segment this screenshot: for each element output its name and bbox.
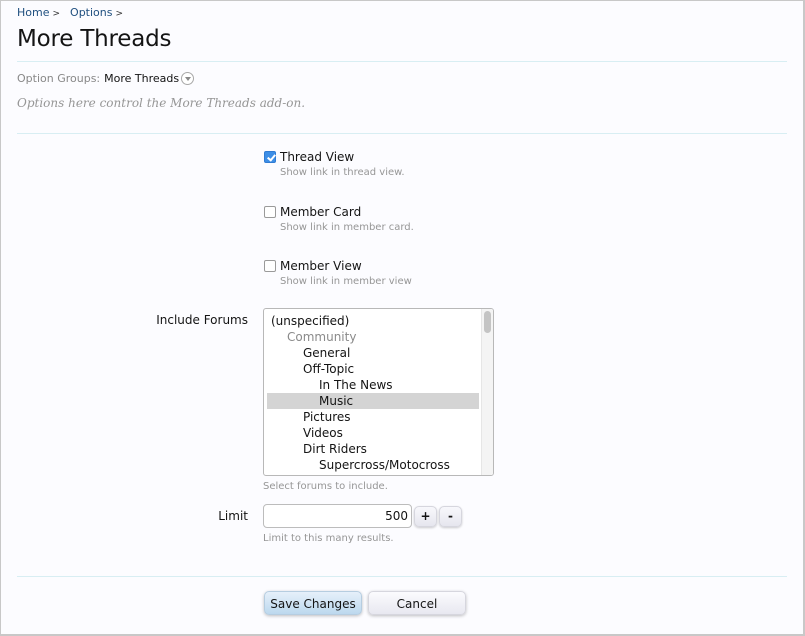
include-forums-label: Include Forums (156, 313, 248, 327)
forum-option: Community (267, 329, 479, 345)
forum-option[interactable]: Off-Topic (267, 361, 479, 377)
include-forums-listbox[interactable]: (unspecified) Community General Off-Topi… (263, 308, 494, 476)
option-member-card: Member Card Show link in member card. (264, 205, 414, 233)
option-member-view: Member View Show link in member view (264, 259, 412, 287)
limit-hint: Limit to this many results. (263, 533, 394, 544)
breadcrumb-separator: > (52, 9, 61, 19)
options-description: Options here control the More Threads ad… (17, 96, 306, 110)
forum-option-label: Off-Topic (303, 362, 355, 376)
forum-option-label: General (303, 346, 351, 360)
forum-option[interactable]: Supercross/Motocross (267, 457, 479, 473)
listbox-scrollbar[interactable] (481, 309, 493, 475)
forum-option-label: Supercross/Motocross (319, 458, 450, 472)
include-forums-hint: Select forums to include. (263, 481, 388, 492)
title-divider (17, 61, 787, 62)
forum-option-label: Community (287, 330, 357, 344)
thread-view-hint: Show link in thread view. (280, 167, 405, 178)
forum-option[interactable]: In The News (267, 377, 479, 393)
member-card-checkbox[interactable] (264, 206, 276, 218)
breadcrumb-home[interactable]: Home > (17, 6, 60, 19)
breadcrumb-separator: > (115, 9, 124, 19)
limit-decrement-button[interactable]: - (439, 506, 462, 527)
breadcrumb-home-link[interactable]: Home (17, 6, 49, 19)
limit-increment-button[interactable]: + (414, 506, 437, 527)
forum-option-label: In The News (319, 378, 393, 392)
chevron-down-icon[interactable] (181, 72, 195, 85)
forum-option[interactable]: Pictures (267, 409, 479, 425)
forum-option[interactable]: Music (267, 393, 479, 409)
save-changes-button[interactable]: Save Changes (264, 591, 362, 615)
member-card-hint: Show link in member card. (280, 222, 414, 233)
member-view-label[interactable]: Member View (280, 259, 362, 273)
limit-input[interactable]: 500 (263, 504, 412, 528)
breadcrumb: Home > Options > (17, 6, 133, 19)
member-view-hint: Show link in member view (280, 276, 412, 287)
member-card-label[interactable]: Member Card (280, 205, 361, 219)
forum-option[interactable]: Dirt Riders (267, 441, 479, 457)
option-thread-view: Thread View Show link in thread view. (264, 150, 405, 178)
scrollbar-thumb[interactable] (484, 311, 491, 333)
forum-option[interactable]: General (267, 345, 479, 361)
thread-view-checkbox[interactable] (264, 151, 276, 163)
breadcrumb-options[interactable]: Options > (70, 6, 123, 19)
member-view-checkbox[interactable] (264, 260, 276, 272)
option-groups: Option Groups: More Threads (17, 72, 195, 85)
page-title: More Threads (17, 26, 172, 52)
forum-option-label: Videos (303, 426, 343, 440)
forum-option-label: Pictures (303, 410, 351, 424)
cancel-button[interactable]: Cancel (368, 591, 466, 615)
forum-option-label: Music (319, 394, 354, 408)
option-groups-label: Option Groups: (17, 72, 101, 85)
forum-option[interactable]: Videos (267, 425, 479, 441)
form-footer-divider (17, 576, 787, 577)
description-divider (17, 133, 787, 134)
limit-label: Limit (218, 509, 248, 523)
forum-option-label: (unspecified) (271, 314, 350, 328)
thread-view-label[interactable]: Thread View (280, 150, 354, 164)
forum-option-label: Dirt Riders (303, 442, 367, 456)
breadcrumb-options-link[interactable]: Options (70, 6, 112, 19)
option-groups-value[interactable]: More Threads (104, 72, 179, 85)
forum-option[interactable]: (unspecified) (267, 313, 479, 329)
